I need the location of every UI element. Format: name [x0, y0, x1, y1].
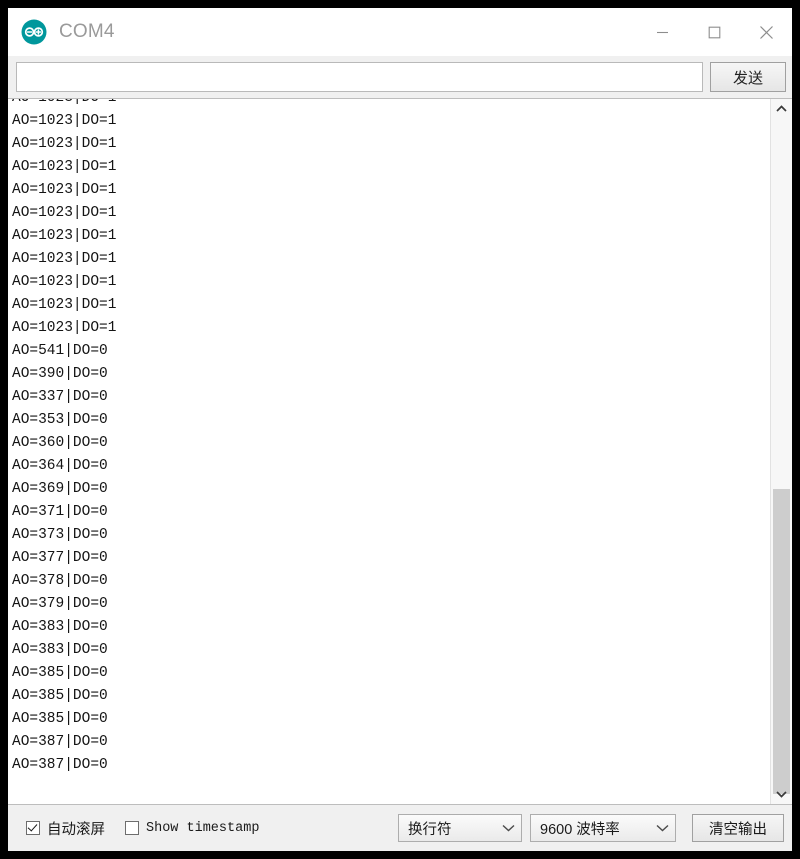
- serial-output-line: AO=1023|DO=1: [12, 297, 117, 313]
- close-icon: [759, 25, 773, 39]
- serial-output-line: AO=1023|DO=1: [12, 136, 117, 152]
- line-ending-dropdown[interactable]: 换行符: [398, 814, 522, 842]
- window-title: COM4: [59, 21, 115, 42]
- serial-output-line: AO=377|DO=0: [12, 550, 108, 566]
- clear-output-button[interactable]: 清空输出: [692, 814, 784, 842]
- serial-output-line: AO=383|DO=0: [12, 642, 108, 658]
- serial-output-line: AO=1023|DO=1: [12, 99, 770, 110]
- chevron-down-icon: [646, 824, 669, 832]
- scroll-up-button[interactable]: [771, 99, 792, 119]
- serial-output-text[interactable]: AO=1023|DO=1 AO=1023|DO=1 AO=1023|DO=1 AO=1…: [8, 99, 770, 804]
- serial-output-line: AO=541|DO=0: [12, 343, 108, 359]
- baud-rate-value: 9600 波特率: [540, 821, 620, 838]
- serial-output-line: AO=371|DO=0: [12, 504, 108, 520]
- chevron-down-icon: [776, 791, 787, 798]
- serial-output-line: AO=1023|DO=1: [12, 320, 117, 336]
- autoscroll-label: 自动滚屏: [47, 821, 105, 838]
- serial-output-line: AO=378|DO=0: [12, 573, 108, 589]
- serial-output-line: AO=1023|DO=1: [12, 182, 117, 198]
- serial-output-line: AO=390|DO=0: [12, 366, 108, 382]
- scrollbar-thumb[interactable]: [773, 489, 790, 794]
- chevron-up-icon: [776, 105, 787, 112]
- serial-output-line: AO=373|DO=0: [12, 527, 108, 543]
- window-frame: COM4 发送 AO=1023|DO=1 AO=1023|DO=1 AO=102…: [0, 0, 800, 859]
- send-button[interactable]: 发送: [710, 62, 786, 92]
- serial-output-line: AO=337|DO=0: [12, 389, 108, 405]
- serial-output-line: AO=379|DO=0: [12, 596, 108, 612]
- serial-output-line: AO=1023|DO=1: [12, 205, 117, 221]
- serial-monitor-window: COM4 发送 AO=1023|DO=1 AO=1023|DO=1 AO=102…: [8, 8, 792, 851]
- serial-output-line: AO=353|DO=0: [12, 412, 108, 428]
- serial-output-line: AO=1023|DO=1: [12, 251, 117, 267]
- vertical-scrollbar[interactable]: [770, 99, 792, 804]
- close-button[interactable]: [740, 8, 792, 56]
- serial-output-line: AO=1023|DO=1: [12, 159, 117, 175]
- autoscroll-checkbox[interactable]: 自动滚屏: [26, 818, 105, 839]
- scroll-down-button[interactable]: [771, 784, 792, 804]
- autoscroll-checkbox-box[interactable]: [26, 821, 40, 835]
- serial-output-line: AO=1023|DO=1: [12, 228, 117, 244]
- minimize-icon: [656, 31, 668, 33]
- serial-output-line: AO=364|DO=0: [12, 458, 108, 474]
- serial-output-line: AO=385|DO=0: [12, 711, 108, 727]
- show-timestamp-label: Show timestamp: [146, 820, 260, 836]
- send-input[interactable]: [16, 62, 703, 92]
- maximize-button[interactable]: [688, 8, 740, 56]
- show-timestamp-checkbox[interactable]: Show timestamp: [125, 821, 259, 836]
- serial-output-line: AO=383|DO=0: [12, 619, 108, 635]
- window-controls: [636, 8, 792, 56]
- minimize-button[interactable]: [636, 8, 688, 56]
- show-timestamp-checkbox-box[interactable]: [125, 821, 139, 835]
- titlebar: COM4: [8, 8, 792, 56]
- serial-output-area: AO=1023|DO=1 AO=1023|DO=1 AO=1023|DO=1 AO=1…: [8, 98, 792, 805]
- baud-rate-dropdown[interactable]: 9600 波特率: [530, 814, 676, 842]
- serial-output-line: AO=369|DO=0: [12, 481, 108, 497]
- serial-output-line: AO=360|DO=0: [12, 435, 108, 451]
- bottom-toolbar: 自动滚屏 Show timestamp 换行符 9600 波特率 清空输出: [8, 805, 792, 851]
- chevron-down-icon: [492, 824, 515, 832]
- serial-output-lines: AO=1023|DO=1 AO=1023|DO=1 AO=1023|DO=1 AO=1…: [12, 99, 770, 777]
- serial-output-line: AO=385|DO=0: [12, 688, 108, 704]
- line-ending-value: 换行符: [408, 821, 452, 838]
- maximize-icon: [708, 26, 720, 38]
- send-row: 发送: [8, 56, 792, 98]
- serial-output-line: AO=387|DO=0: [12, 757, 108, 773]
- serial-output-line: AO=1023|DO=1: [12, 113, 117, 129]
- serial-output-line: AO=385|DO=0: [12, 665, 108, 681]
- arduino-logo-icon: [21, 19, 47, 45]
- serial-output-line: AO=387|DO=0: [12, 734, 108, 750]
- serial-output-line: AO=1023|DO=1: [12, 274, 117, 290]
